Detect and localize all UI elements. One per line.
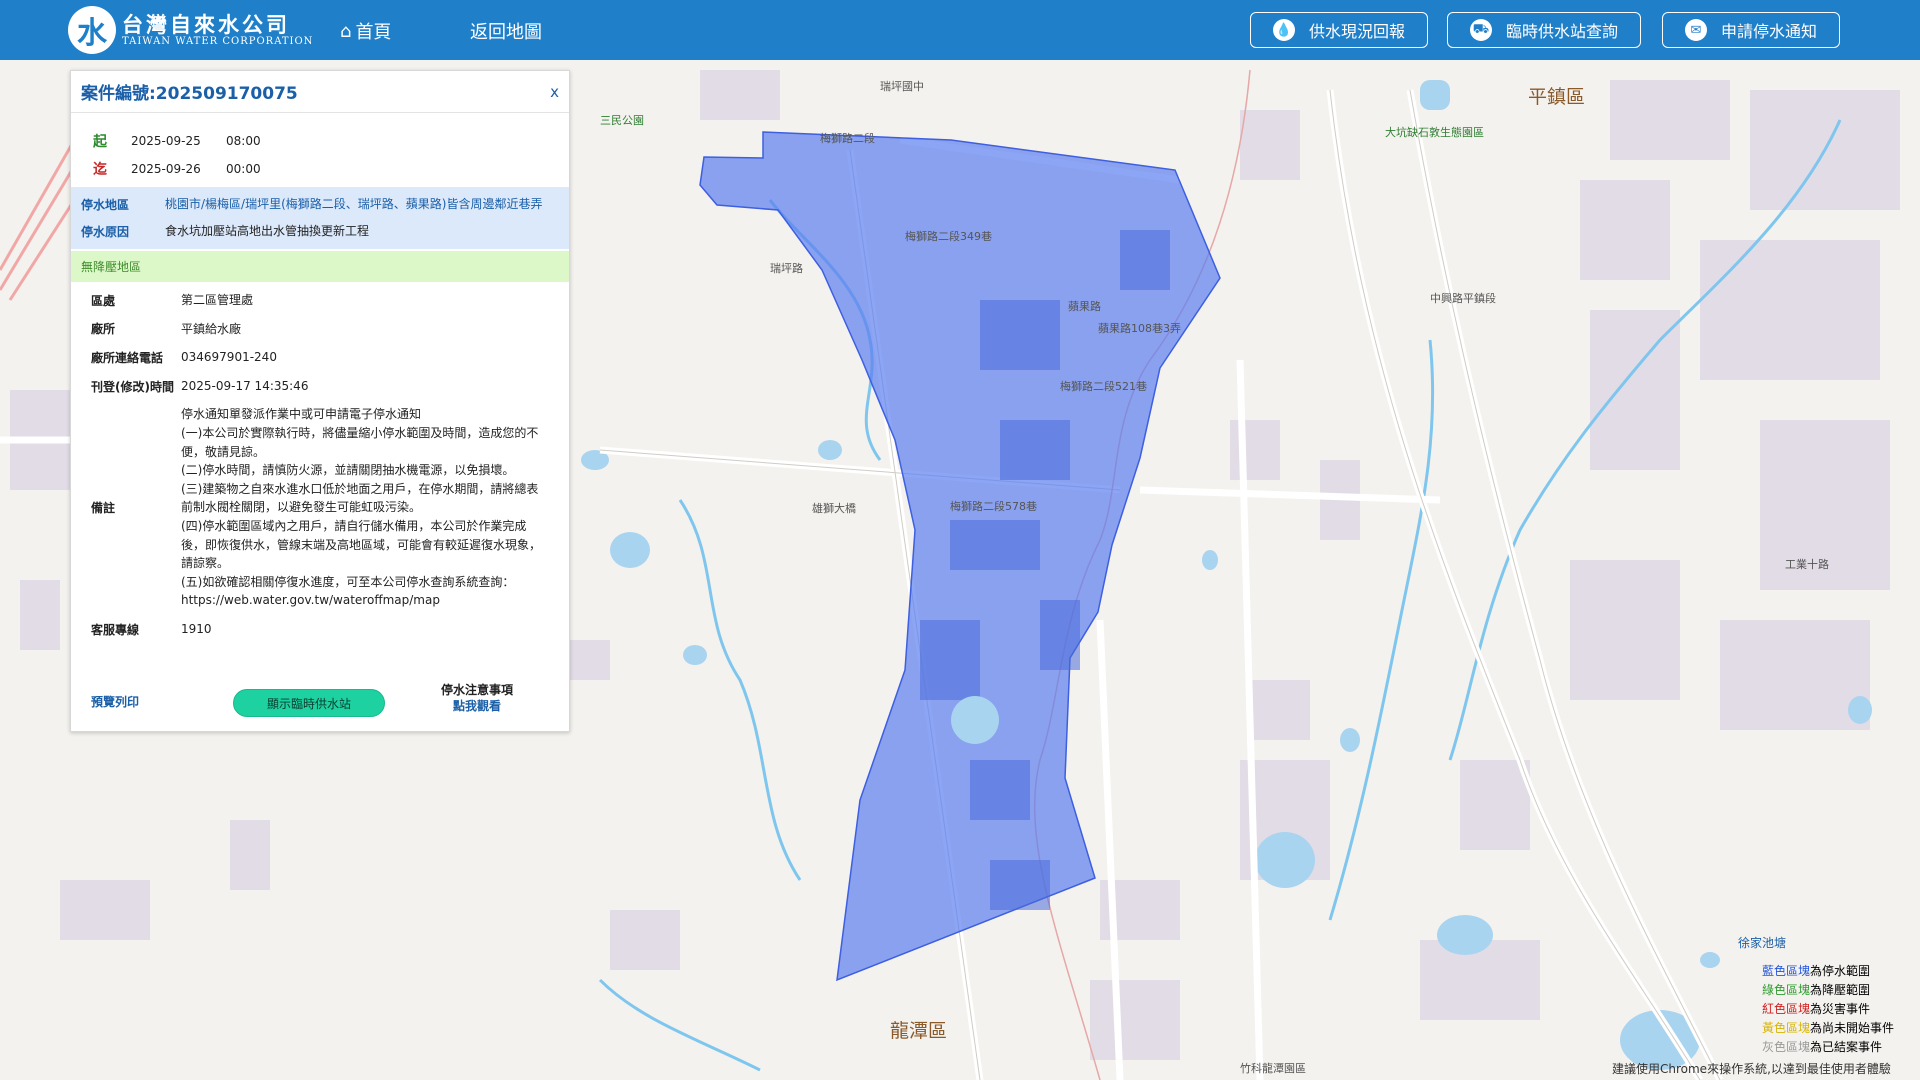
- end-date: 2025-09-26: [131, 162, 201, 176]
- case-number-title: 案件編號:202509170075: [71, 71, 569, 113]
- temp-station-query-button[interactable]: ⛟ 臨時供水站查詢: [1447, 12, 1641, 48]
- legend-item: 紅色區塊為災害事件: [1762, 1002, 1871, 1016]
- road-label: 工業十路: [1785, 558, 1829, 571]
- pressure-status-bar: 無降壓地區: [71, 251, 569, 282]
- road-label: 瑞坪路: [770, 262, 803, 275]
- legend-item: 藍色區塊為停水範圍: [1762, 964, 1871, 978]
- supply-report-button[interactable]: 💧 供水現況回報: [1250, 12, 1428, 48]
- start-time: 08:00: [226, 134, 261, 148]
- start-date: 2025-09-25: [131, 134, 201, 148]
- start-label: 起: [93, 134, 107, 150]
- place-label: 三民公園: [600, 114, 644, 127]
- detail-label: 廠所: [91, 322, 116, 337]
- panel-footer: 預覽列印 顯示臨時供水站 停水注意事項 點我觀看: [71, 675, 569, 731]
- district-label: 平鎮區: [1528, 86, 1586, 108]
- notice-link[interactable]: 點我觀看: [441, 699, 513, 715]
- road-label: 梅獅路二段: [820, 132, 875, 145]
- road-label: 中興路平鎮段: [1430, 292, 1496, 305]
- detail-value: 第二區管理處: [181, 293, 254, 307]
- road-label: 梅獅路二段521巷: [1060, 380, 1147, 393]
- start-time-row: 起 2025-09-25 08:00: [93, 127, 569, 155]
- close-button[interactable]: x: [550, 83, 559, 101]
- detail-label: 區處: [91, 293, 116, 308]
- area-value: 桃園市/楊梅區/瑞坪里(梅獅路二段、瑞坪路、蘋果路)皆含周邊鄰近巷弄: [165, 197, 543, 211]
- map-legend: 藍色區塊為停水範圍 綠色區塊為降壓範圍 紅色區塊為災害事件 黃色區塊為尚未開始事…: [1762, 962, 1894, 1057]
- hotline-value: 1910: [181, 621, 212, 636]
- road-label: 雄獅大橋: [812, 502, 856, 515]
- nav-back-to-map-link[interactable]: 返回地圖: [470, 18, 542, 44]
- remark-value: 停水通知單發派作業中或可申請電子停水通知 (一)本公司於實際執行時，將儘量縮小停…: [181, 407, 542, 608]
- show-temp-station-button[interactable]: 顯示臨時供水站: [233, 689, 385, 717]
- nav-home-link[interactable]: ⌂ 首頁: [340, 18, 391, 44]
- detail-value: 2025-09-17 14:35:46: [181, 378, 309, 393]
- mail-icon: ✉: [1684, 19, 1707, 41]
- reason-label: 停水原因: [81, 225, 130, 239]
- detail-label: 廠所連絡電話: [91, 350, 164, 365]
- place-label: 竹科龍潭園區: [1240, 1062, 1306, 1075]
- company-logo[interactable]: 水 台灣自來水公司 TAIWAN WATER CORPORATION: [68, 6, 313, 54]
- road-label: 梅獅路二段578巷: [950, 500, 1037, 513]
- logo-subtitle: TAIWAN WATER CORPORATION: [122, 36, 314, 48]
- logo-icon: 水: [68, 6, 116, 54]
- place-label: 瑞坪國中: [880, 80, 924, 93]
- top-navbar: 水 台灣自來水公司 TAIWAN WATER CORPORATION ⌂ 首頁 返…: [0, 0, 1920, 60]
- end-label: 迄: [93, 162, 107, 178]
- end-time: 00:00: [226, 162, 261, 176]
- road-label: 蘋果路: [1068, 300, 1101, 313]
- hotline-label: 客服專線: [91, 622, 140, 637]
- detail-label: 刊登(修改)時間: [91, 379, 174, 394]
- area-label: 停水地區: [81, 198, 130, 212]
- road-label: 蘋果路108巷3弄: [1098, 322, 1181, 335]
- print-preview-link[interactable]: 預覽列印: [91, 693, 139, 710]
- outage-summary-section: 停水地區 桃園市/楊梅區/瑞坪里(梅獅路二段、瑞坪路、蘋果路)皆含周邊鄰近巷弄 …: [71, 187, 569, 249]
- notice-block: 停水注意事項 點我觀看: [441, 683, 513, 714]
- road-label: 梅獅路二段349巷: [905, 230, 992, 243]
- outage-info-panel: 案件編號:202509170075 x 起 2025-09-25 08:00 迄…: [70, 70, 570, 732]
- end-time-row: 迄 2025-09-26 00:00: [93, 155, 569, 183]
- remark-label: 備註: [91, 501, 116, 516]
- district-label: 龍潭區: [890, 1020, 948, 1042]
- apply-notice-button[interactable]: ✉ 申請停水通知: [1662, 12, 1840, 48]
- truck-icon: ⛟: [1469, 19, 1492, 41]
- legend-item: 黃色區塊為尚未開始事件: [1762, 1021, 1895, 1035]
- legend-item: 灰色區塊為已結案事件: [1762, 1040, 1883, 1054]
- place-label: 徐家池塘: [1738, 936, 1787, 950]
- place-label: 大坑缺石敦生態園區: [1385, 126, 1484, 139]
- notice-title: 停水注意事項: [441, 683, 514, 697]
- legend-item: 綠色區塊為降壓範圍: [1762, 983, 1871, 997]
- logo-title: 台灣自來水公司: [122, 11, 290, 37]
- browser-recommendation-note: 建議使用Chrome來操作系統,以達到最佳使用者體驗: [1612, 1062, 1891, 1076]
- detail-value: 平鎮給水廠: [181, 321, 242, 336]
- home-icon: ⌂: [340, 20, 352, 42]
- detail-grid: 區處 第二區管理處 廠所 平鎮給水廠 廠所連絡電話 034697901-240 …: [71, 282, 569, 644]
- reason-value: 食水坑加壓站高地出水管抽換更新工程: [165, 224, 370, 238]
- detail-value: 034697901-240: [181, 350, 277, 365]
- water-drop-icon: 💧: [1272, 19, 1295, 41]
